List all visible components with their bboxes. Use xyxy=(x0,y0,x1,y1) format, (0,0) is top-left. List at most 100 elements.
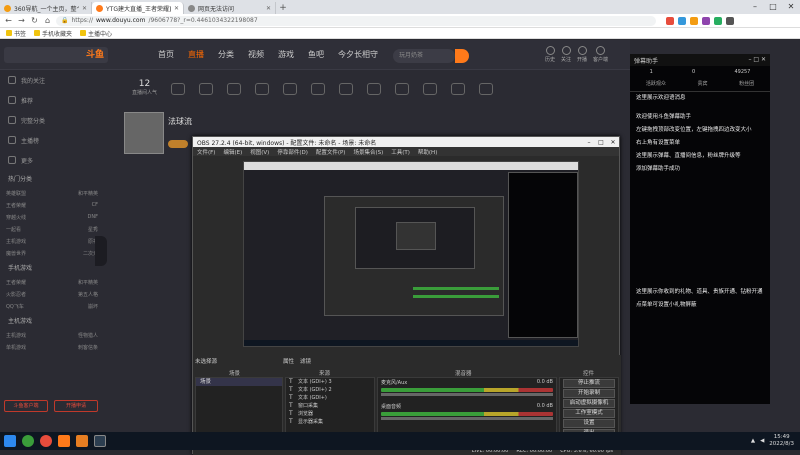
sidebar-category[interactable]: 崩坏 xyxy=(88,303,98,310)
site-logo[interactable]: 斗鱼 xyxy=(4,47,108,63)
source-item[interactable]: 文本 (GDI+) xyxy=(286,394,374,402)
sidebar-category[interactable]: 单机游戏 xyxy=(6,344,26,351)
nav-item[interactable]: 视频 xyxy=(248,49,264,60)
tab-fans[interactable]: 粉丝团 xyxy=(739,80,754,87)
stop-streaming-button[interactable]: 停止推流 xyxy=(563,379,615,388)
nav-item[interactable]: 直播 xyxy=(188,49,204,60)
sidebar-category[interactable]: 穿越火线 xyxy=(6,214,26,221)
volume-slider[interactable] xyxy=(381,417,553,420)
sidebar-category[interactable]: 和平精英 xyxy=(78,190,98,197)
sidebar-category[interactable]: DNF xyxy=(88,214,98,220)
reload-icon[interactable]: ↻ xyxy=(30,16,39,25)
extension-icon[interactable] xyxy=(690,16,698,25)
bookmark-item[interactable]: 主播中心 xyxy=(80,29,112,38)
nav-item[interactable]: 游戏 xyxy=(278,49,294,60)
maximize-icon[interactable]: □ xyxy=(764,0,782,14)
virtual-camera-button[interactable]: 启动虚拟摄像机 xyxy=(563,399,615,408)
bookmark-item[interactable]: 书签 xyxy=(6,29,26,38)
bookmark-item[interactable]: 手机收藏夹 xyxy=(34,29,72,38)
task-icon[interactable] xyxy=(227,83,242,95)
obs-menu-item[interactable]: 配置文件(P) xyxy=(316,148,346,156)
search-button[interactable] xyxy=(455,49,469,63)
nav-item[interactable]: 分类 xyxy=(218,49,234,60)
fan-icon[interactable] xyxy=(283,83,298,95)
sidebar-category[interactable]: 第五人格 xyxy=(78,291,98,298)
sidebar-item[interactable]: 推荐 xyxy=(0,90,104,110)
browser-tab-3[interactable]: 网页无法访问 ✕ xyxy=(184,2,276,14)
obs-menu-item[interactable]: 编辑(E) xyxy=(223,148,242,156)
browser-tab-1[interactable]: 360导航_一个主页，整个世界 ✕ xyxy=(0,2,92,14)
tab-vip[interactable]: 贵宾 xyxy=(697,80,707,87)
forward-icon[interactable]: → xyxy=(17,16,26,25)
gift-icon[interactable] xyxy=(171,83,186,95)
source-item[interactable]: 文本 (GDI+) 3 xyxy=(286,378,374,386)
sidebar-item[interactable]: 我的关注 xyxy=(0,70,104,90)
client-download-button[interactable]: 斗鱼客户端 xyxy=(4,400,48,412)
new-tab-button[interactable]: + xyxy=(276,2,290,14)
properties-button[interactable]: 属性 xyxy=(283,357,294,365)
obs-preview[interactable] xyxy=(243,161,579,347)
game-icon[interactable] xyxy=(255,83,270,95)
back-icon[interactable]: ← xyxy=(4,16,13,25)
nav-item[interactable]: 鱼吧 xyxy=(308,49,324,60)
obs-icon[interactable] xyxy=(94,435,106,447)
studio-mode-button[interactable]: 工作室模式 xyxy=(563,409,615,418)
extension-icon[interactable] xyxy=(678,16,686,25)
sidebar-category[interactable]: 和平精英 xyxy=(78,279,98,286)
clock-icon[interactable] xyxy=(451,83,466,95)
close-icon[interactable]: ✕ xyxy=(782,0,800,14)
sidebar-category[interactable]: 王者荣耀 xyxy=(6,202,26,209)
menu-icon[interactable] xyxy=(726,16,734,25)
volume-slider[interactable] xyxy=(381,393,553,396)
browser-tab-2[interactable]: YTG建大直播_王者荣耀直播_ ✕ xyxy=(92,2,184,14)
minimize-icon[interactable]: – xyxy=(583,139,595,146)
sidebar-category[interactable]: 星秀 xyxy=(88,226,98,233)
app-icon[interactable] xyxy=(76,435,88,447)
tab-close-icon[interactable]: ✕ xyxy=(82,5,87,12)
follow-button[interactable]: 关注 xyxy=(561,46,571,63)
settings-button[interactable]: 设置 xyxy=(563,419,615,428)
source-item[interactable]: 浏览器 xyxy=(286,410,374,418)
sidebar-category[interactable]: 主机游戏 xyxy=(6,238,26,245)
minimize-icon[interactable]: – xyxy=(746,0,764,14)
report-icon[interactable] xyxy=(423,83,438,95)
filters-button[interactable]: 滤镜 xyxy=(300,357,311,365)
source-item[interactable]: 窗口采集 xyxy=(286,402,374,410)
nav-item[interactable]: 今夕长相守 xyxy=(338,49,378,60)
obs-menu-item[interactable]: 视图(V) xyxy=(250,148,269,156)
browser-icon[interactable] xyxy=(40,435,52,447)
home-icon[interactable]: ⌂ xyxy=(43,16,52,25)
sidebar-category[interactable]: 怪物猎人 xyxy=(78,332,98,339)
box-icon[interactable] xyxy=(367,83,382,95)
sidebar-category[interactable]: 王者荣耀 xyxy=(6,279,26,286)
maximize-icon[interactable]: □ xyxy=(595,139,607,146)
clock[interactable]: 15:49 2022/8/3 xyxy=(769,434,794,448)
volume-icon[interactable]: ◀ xyxy=(760,438,764,444)
source-item[interactable]: 文本 (GDI+) 2 xyxy=(286,386,374,394)
close-icon[interactable]: ✕ xyxy=(607,139,619,146)
extension-icon[interactable] xyxy=(714,16,722,25)
douyu-icon[interactable] xyxy=(58,435,70,447)
tab-close-icon[interactable]: ✕ xyxy=(266,5,271,12)
obs-menu-item[interactable]: 场景集合(S) xyxy=(353,148,383,156)
search-input[interactable]: 玩月奶茶 xyxy=(393,49,455,63)
sidebar-category[interactable]: CF xyxy=(92,202,98,208)
sidebar-category[interactable]: 英雄联盟 xyxy=(6,190,26,197)
sidebar-category[interactable]: 刺客信条 xyxy=(78,344,98,351)
setting-icon[interactable] xyxy=(479,83,494,95)
tab-close-icon[interactable]: ✕ xyxy=(174,5,179,12)
sidebar-item[interactable]: 更多 xyxy=(0,150,104,170)
history-button[interactable]: 历史 xyxy=(545,46,555,63)
medal-icon[interactable] xyxy=(339,83,354,95)
sidebar-category[interactable]: 主机游戏 xyxy=(6,332,26,339)
obs-menu-item[interactable]: 工具(T) xyxy=(391,148,410,156)
activity-icon[interactable] xyxy=(199,83,214,95)
source-item[interactable]: 显示器采集 xyxy=(286,418,374,426)
network-icon[interactable]: ▲ xyxy=(751,438,755,444)
client-button[interactable]: 客户端 xyxy=(593,46,608,63)
sidebar-category[interactable]: 魔兽世界 xyxy=(6,250,26,257)
start-recording-button[interactable]: 开始录制 xyxy=(563,389,615,398)
apply-broadcast-button[interactable]: 开播申请 xyxy=(54,400,98,412)
noble-icon[interactable] xyxy=(311,83,326,95)
sidebar-item[interactable]: 主播榜 xyxy=(0,130,104,150)
